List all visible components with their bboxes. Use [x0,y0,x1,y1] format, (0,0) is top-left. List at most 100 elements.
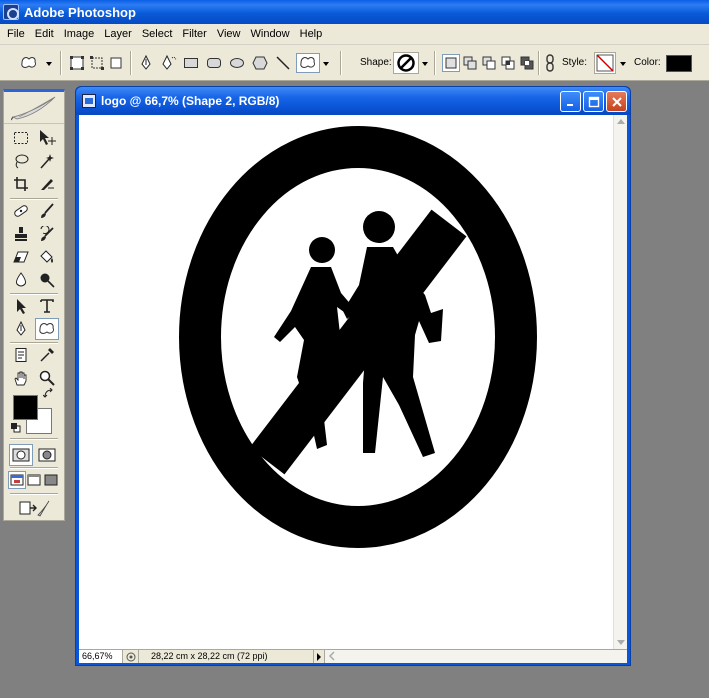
menu-select[interactable]: Select [137,28,178,40]
vertical-scrollbar[interactable] [613,115,627,649]
polygon-tool-icon[interactable] [251,54,269,72]
separator [434,51,436,75]
standard-screen-mode-icon[interactable] [8,471,26,489]
shape-picker[interactable] [393,52,419,74]
maximize-button[interactable] [583,91,604,112]
minimize-icon [566,103,573,106]
photoshop-app-icon [3,4,19,20]
app-titlebar[interactable]: Adobe Photoshop [0,0,709,24]
brush-tool-icon[interactable] [35,200,59,222]
canvas[interactable] [79,115,613,649]
options-bar: Shape: Style: Color: [0,45,709,81]
document-titlebar[interactable]: logo @ 66,7% (Shape 2, RGB/8) [76,87,630,115]
freeform-pen-tool-icon[interactable] [160,54,178,72]
scroll-down-icon[interactable] [617,640,625,645]
standard-mode-icon[interactable] [9,444,33,466]
path-selection-tool-icon[interactable] [9,295,33,317]
magic-wand-tool-icon[interactable] [35,150,59,172]
foreground-color-swatch[interactable] [13,395,38,420]
shape-color-swatch[interactable] [666,55,692,72]
shape-label: Shape: [360,57,392,68]
menu-help[interactable]: Help [295,28,328,40]
swap-colors-icon[interactable] [42,388,56,400]
rounded-rectangle-tool-icon[interactable] [205,54,223,72]
paths-mode-icon[interactable] [88,54,106,72]
eraser-tool-icon[interactable] [9,246,33,268]
document-window: logo @ 66,7% (Shape 2, RGB/8) 66,67% 28,… [75,86,631,666]
horizontal-scrollbar[interactable] [325,650,627,663]
fill-pixels-mode-icon[interactable] [107,54,125,72]
maximize-icon [588,96,599,107]
shape-dropdown-icon[interactable] [422,62,428,66]
tool-preset-icon[interactable] [20,54,38,72]
create-new-shape-layer-icon[interactable] [442,54,460,72]
adobe-feather-logo-icon [11,96,56,120]
document-title: logo @ 66,7% (Shape 2, RGB/8) [101,94,280,108]
style-picker[interactable] [594,52,616,74]
toolbox-header[interactable] [4,92,64,124]
menu-view[interactable]: View [212,28,246,40]
prohibition-shape-icon [397,54,415,72]
dodge-tool-icon[interactable] [35,269,59,291]
quick-mask-mode-icon[interactable] [35,444,59,466]
lasso-tool-icon[interactable] [9,150,33,172]
shape-layers-mode-icon[interactable] [68,54,86,72]
full-screen-mode-icon[interactable] [42,471,60,489]
paint-bucket-tool-icon[interactable] [35,246,59,268]
close-button[interactable] [606,91,627,112]
style-dropdown-icon[interactable] [620,62,626,66]
zoom-tool-icon[interactable] [35,367,59,389]
custom-shape-tool-icon[interactable] [35,318,59,340]
scroll-up-icon[interactable] [617,119,625,124]
color-label: Color: [634,57,661,68]
hand-tool-icon[interactable] [9,367,33,389]
notes-tool-icon[interactable] [9,344,33,366]
tool-preset-dropdown-icon[interactable] [46,62,52,66]
minimize-button[interactable] [560,91,581,112]
menu-layer[interactable]: Layer [99,28,137,40]
toolbox-separator [10,493,58,495]
separator [60,51,62,75]
clone-stamp-tool-icon[interactable] [9,223,33,245]
eyedropper-tool-icon[interactable] [35,344,59,366]
menu-edit[interactable]: Edit [30,28,59,40]
link-layer-style-icon[interactable] [543,54,557,72]
rectangle-tool-icon[interactable] [182,54,200,72]
default-colors-icon[interactable] [9,422,23,434]
document-info-icon[interactable] [123,650,139,663]
subtract-from-shape-area-icon[interactable] [480,54,498,72]
ellipse-tool-icon[interactable] [228,54,246,72]
menu-filter[interactable]: Filter [177,28,211,40]
full-screen-menu-mode-icon[interactable] [25,471,43,489]
jump-to-imageready-icon[interactable] [16,497,52,519]
rectangular-marquee-tool-icon[interactable] [9,127,33,149]
slice-tool-icon[interactable] [35,173,59,195]
document-dimensions: 28,22 cm x 28,22 cm (72 ppi) [151,651,268,661]
toolbox [3,89,65,521]
menu-window[interactable]: Window [246,28,295,40]
document-icon [82,94,96,108]
status-menu-arrow-icon[interactable] [313,650,325,663]
separator [538,51,540,75]
menu-file[interactable]: File [2,28,30,40]
intersect-shape-areas-icon[interactable] [499,54,517,72]
blur-tool-icon[interactable] [9,269,33,291]
pen-tool-icon[interactable] [9,318,33,340]
history-brush-tool-icon[interactable] [35,223,59,245]
add-to-shape-area-icon[interactable] [461,54,479,72]
move-tool-icon[interactable] [35,127,59,149]
type-tool-icon[interactable] [35,295,59,317]
menu-image[interactable]: Image [59,28,100,40]
scroll-left-icon [328,651,335,661]
geometry-options-dropdown-icon[interactable] [323,62,329,66]
custom-shape-tool-icon[interactable] [296,53,320,73]
separator [340,51,342,75]
zoom-level-field[interactable]: 66,67% [79,650,123,663]
pen-tool-icon[interactable] [137,54,155,72]
crop-tool-icon[interactable] [9,173,33,195]
exclude-overlapping-shape-areas-icon[interactable] [518,54,536,72]
healing-brush-tool-icon[interactable] [9,200,33,222]
line-tool-icon[interactable] [274,54,292,72]
separator [130,51,132,75]
no-style-icon [596,54,614,72]
